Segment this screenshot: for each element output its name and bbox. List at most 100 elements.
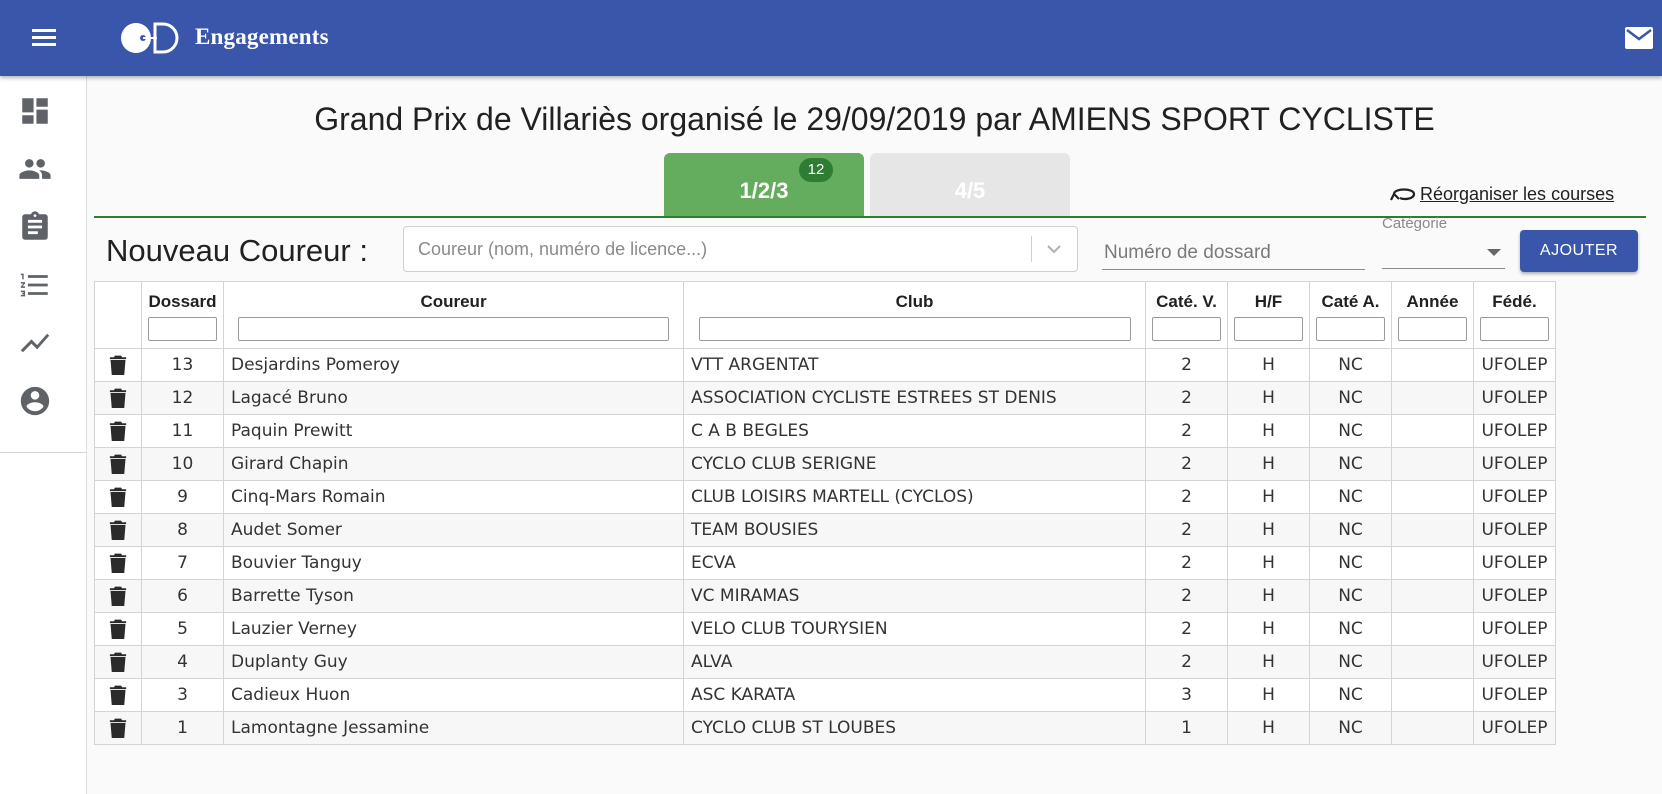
tab-1-2-3[interactable]: 1/2/3 12	[664, 153, 864, 216]
reorganize-link[interactable]: Réorganiser les courses	[1390, 182, 1614, 206]
cell-cate-a: NC	[1309, 645, 1392, 679]
cell-dossard: 1	[141, 711, 224, 745]
runners-table: Dossard Coureur Club Caté. V. H/F Caté A…	[94, 281, 1556, 745]
cell-coureur: Duplanty Guy	[223, 645, 684, 679]
delete-cell	[94, 612, 142, 646]
cell-club: ALVA	[683, 645, 1146, 679]
mail-icon[interactable]	[1625, 27, 1653, 49]
cell-hf: H	[1227, 711, 1310, 745]
cell-hf: H	[1227, 414, 1310, 448]
filter-dossard[interactable]	[148, 317, 217, 341]
filter-coureur[interactable]	[238, 317, 669, 341]
cell-hf: H	[1227, 579, 1310, 613]
menu-icon[interactable]	[28, 26, 62, 52]
sidebar-item-stats[interactable]	[18, 326, 52, 360]
cell-coureur: Barrette Tyson	[223, 579, 684, 613]
dossard-field[interactable]	[1102, 228, 1365, 270]
trash-icon[interactable]	[109, 718, 127, 738]
runner-select[interactable]: Coureur (nom, numéro de licence...)	[403, 226, 1078, 272]
trash-icon[interactable]	[109, 586, 127, 606]
trending-icon	[20, 333, 50, 353]
chevron-down-icon[interactable]	[1045, 240, 1063, 258]
cell-cate-a: NC	[1309, 711, 1392, 745]
filter-fede[interactable]	[1480, 317, 1549, 341]
filter-cate-a[interactable]	[1316, 317, 1385, 341]
cell-coureur: Paquin Prewitt	[223, 414, 684, 448]
table-row: 10 Girard Chapin CYCLO CLUB SERIGNE 2 H NC UFO…	[94, 447, 1556, 481]
cell-fede: UFOLEP	[1473, 612, 1556, 646]
cell-fede: UFOLEP	[1473, 414, 1556, 448]
header-row: Dossard Coureur Club Caté. V. H/F Caté A…	[94, 281, 1556, 349]
delete-cell	[94, 381, 142, 415]
cell-club: ECVA	[683, 546, 1146, 580]
sidebar-item-people[interactable]	[18, 152, 52, 186]
sidebar-item-list[interactable]	[18, 268, 52, 302]
cell-fede: UFOLEP	[1473, 546, 1556, 580]
trash-icon[interactable]	[109, 421, 127, 441]
cell-annee	[1391, 348, 1474, 382]
cell-dossard: 13	[141, 348, 224, 382]
sidebar-item-account[interactable]	[18, 384, 52, 418]
cell-club: C A B BEGLES	[683, 414, 1146, 448]
add-button[interactable]: AJOUTER	[1520, 230, 1638, 272]
cell-coureur: Audet Somer	[223, 513, 684, 547]
cell-club: ASSOCIATION CYCLISTE ESTREES ST DENIS	[683, 381, 1146, 415]
trash-icon[interactable]	[109, 553, 127, 573]
cell-dossard: 6	[141, 579, 224, 613]
cell-hf: H	[1227, 381, 1310, 415]
category-select[interactable]	[1382, 236, 1505, 269]
trash-icon[interactable]	[109, 388, 127, 408]
table-row: 11 Paquin Prewitt C A B BEGLES 2 H NC UFOLEP	[94, 414, 1556, 448]
table-row: 3 Cadieux Huon ASC KARATA 3 H NC UFOLEP	[94, 678, 1556, 712]
trash-icon[interactable]	[109, 355, 127, 375]
trash-icon[interactable]	[109, 685, 127, 705]
cell-annee	[1391, 414, 1474, 448]
filter-club[interactable]	[698, 317, 1131, 341]
header-hf: H/F	[1227, 281, 1310, 349]
cell-hf: H	[1227, 480, 1310, 514]
tab-4-5[interactable]: 4/5	[870, 153, 1070, 216]
cell-cate-a: NC	[1309, 612, 1392, 646]
cell-club: ASC KARATA	[683, 678, 1146, 712]
cell-annee	[1391, 711, 1474, 745]
cell-annee	[1391, 645, 1474, 679]
select-divider	[1031, 236, 1032, 262]
trash-icon[interactable]	[109, 454, 127, 474]
cell-coureur: Lagacé Bruno	[223, 381, 684, 415]
new-runner-label: Nouveau Coureur :	[106, 233, 368, 268]
cell-dossard: 10	[141, 447, 224, 481]
cell-cate-a: NC	[1309, 678, 1392, 712]
reorder-icon	[1390, 188, 1416, 201]
table-row: 1 Lamontagne Jessamine CYCLO CLUB ST LOUBE…	[94, 711, 1556, 745]
cell-club: VC MIRAMAS	[683, 579, 1146, 613]
cell-club: CYCLO CLUB ST LOUBES	[683, 711, 1146, 745]
dropdown-arrow-icon	[1487, 249, 1501, 256]
delete-cell	[94, 480, 142, 514]
cell-dossard: 9	[141, 480, 224, 514]
sidebar-item-assignment[interactable]	[18, 210, 52, 244]
cell-fede: UFOLEP	[1473, 678, 1556, 712]
cell-cate-v: 1	[1145, 711, 1228, 745]
cell-dossard: 4	[141, 645, 224, 679]
trash-icon[interactable]	[109, 520, 127, 540]
filter-cate-v[interactable]	[1152, 317, 1221, 341]
cell-dossard: 8	[141, 513, 224, 547]
cell-coureur: Bouvier Tanguy	[223, 546, 684, 580]
delete-cell	[94, 645, 142, 679]
delete-cell	[94, 348, 142, 382]
header-dossard: Dossard	[141, 281, 224, 349]
trash-icon[interactable]	[109, 619, 127, 639]
sidebar	[0, 76, 87, 794]
filter-hf[interactable]	[1234, 317, 1303, 341]
trash-icon[interactable]	[109, 487, 127, 507]
cell-fede: UFOLEP	[1473, 480, 1556, 514]
cell-cate-v: 2	[1145, 546, 1228, 580]
filter-annee[interactable]	[1398, 317, 1467, 341]
header-annee: Année	[1391, 281, 1474, 349]
trash-icon[interactable]	[109, 652, 127, 672]
cell-cate-a: NC	[1309, 513, 1392, 547]
sidebar-item-dashboard[interactable]	[18, 94, 52, 128]
cell-fede: UFOLEP	[1473, 645, 1556, 679]
cell-hf: H	[1227, 678, 1310, 712]
tab-label: 4/5	[954, 178, 986, 203]
